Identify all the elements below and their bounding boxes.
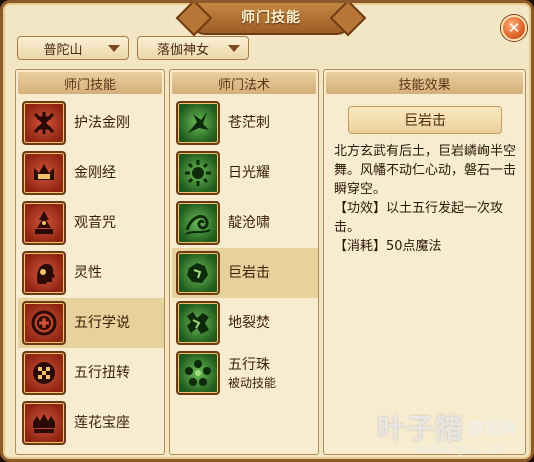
effect-function: 【功效】以土五行发起一次攻击。 <box>334 201 504 235</box>
thorn-icon <box>176 101 220 145</box>
spell-label: 苍茫刺 <box>228 115 270 131</box>
spell-item-dingcang[interactable]: 靛沧啸 <box>172 198 318 248</box>
spell-label: 巨岩击 <box>228 265 270 281</box>
skill-item-guanyin[interactable]: 观音咒 <box>18 198 164 248</box>
window-title: 师门技能 <box>241 10 301 26</box>
head-profile-icon <box>22 251 66 295</box>
spell-item-cangmang[interactable]: 苍茫刺 <box>172 98 318 148</box>
checker-disc-icon <box>22 351 66 395</box>
spell-text-group: 五行珠 被动技能 <box>228 356 276 391</box>
spell-item-wuxingzhu[interactable]: 五行珠 被动技能 <box>172 348 318 398</box>
skill-label: 五行扭转 <box>74 365 130 381</box>
ground-fissure-icon <box>176 301 220 345</box>
skill-window: 师门技能 ✕ 普陀山 落伽神女 师门技能 护法金刚 金刚经 观音咒 灵性 五行学… <box>0 0 534 462</box>
skill-item-wuxing[interactable]: 五行学说 <box>18 298 164 348</box>
skills-panel: 师门技能 护法金刚 金刚经 观音咒 灵性 五行学说 五行扭转 莲花宝座 <box>15 69 165 455</box>
effect-panel: 技能效果 巨岩击 北方玄武有后土，巨岩嶙峋半空舞。风幡不动仁心动，磐石一击瞬穿空… <box>323 69 526 455</box>
skills-panel-header: 师门技能 <box>18 72 162 94</box>
skill-label: 金刚经 <box>74 165 116 181</box>
chevron-down-icon <box>228 44 240 52</box>
close-button[interactable]: ✕ <box>501 15 527 41</box>
spell-label: 地裂焚 <box>228 315 270 331</box>
spells-panel: 师门法术 苍茫刺 日光耀 靛沧啸 巨岩击 地裂焚 五行珠 被动技能 <box>169 69 319 455</box>
skill-item-lianhua[interactable]: 莲花宝座 <box>18 398 164 448</box>
skill-item-jingang[interactable]: 金刚经 <box>18 148 164 198</box>
spell-sublabel: 被动技能 <box>228 375 277 390</box>
skill-label: 五行学说 <box>74 315 130 331</box>
skill-item-lingxing[interactable]: 灵性 <box>18 248 164 298</box>
effect-cost: 【消耗】50点魔法 <box>334 239 442 254</box>
skill-label: 观音咒 <box>74 215 116 231</box>
effect-panel-header: 技能效果 <box>326 72 523 94</box>
effect-description: 北方玄武有后土，巨岩嶙峋半空舞。风幡不动仁心动，磐石一击瞬穿空。 <box>334 144 517 197</box>
close-icon: ✕ <box>507 19 521 37</box>
skill-item-hufa[interactable]: 护法金刚 <box>18 98 164 148</box>
role-dropdown[interactable]: 落伽神女 <box>137 36 249 60</box>
vajra-icon <box>22 101 66 145</box>
boulder-icon <box>176 251 220 295</box>
spells-panel-header: 师门法术 <box>172 72 316 94</box>
spell-label: 日光耀 <box>228 165 270 181</box>
spell-item-dilie[interactable]: 地裂焚 <box>172 298 318 348</box>
role-dropdown-value: 落伽神女 <box>156 42 209 58</box>
skill-label: 灵性 <box>74 265 102 281</box>
spell-item-juyan[interactable]: 巨岩击 <box>172 248 318 298</box>
title-bar: 师门技能 <box>191 3 351 35</box>
wave-icon <box>176 201 220 245</box>
sect-dropdown-value: 普陀山 <box>43 42 83 58</box>
crown-icon <box>22 151 66 195</box>
effect-text: 北方玄武有后土，巨岩嶙峋半空舞。风幡不动仁心动，磐石一击瞬穿空。 【功效】以土五… <box>334 142 520 256</box>
skill-label: 莲花宝座 <box>74 415 130 431</box>
spell-item-riguang[interactable]: 日光耀 <box>172 148 318 198</box>
sect-dropdown[interactable]: 普陀山 <box>17 36 129 60</box>
spell-label: 靛沧啸 <box>228 215 270 231</box>
lotus-throne-icon <box>22 401 66 445</box>
skill-label: 护法金刚 <box>74 115 130 131</box>
chevron-down-icon <box>108 44 120 52</box>
five-orbs-icon <box>176 351 220 395</box>
pagoda-icon <box>22 201 66 245</box>
skill-item-niuzhuan[interactable]: 五行扭转 <box>18 348 164 398</box>
effect-name: 巨岩击 <box>348 106 502 134</box>
sun-icon <box>176 151 220 195</box>
five-elements-disc-icon <box>22 301 66 345</box>
spell-label: 五行珠 <box>228 356 270 373</box>
